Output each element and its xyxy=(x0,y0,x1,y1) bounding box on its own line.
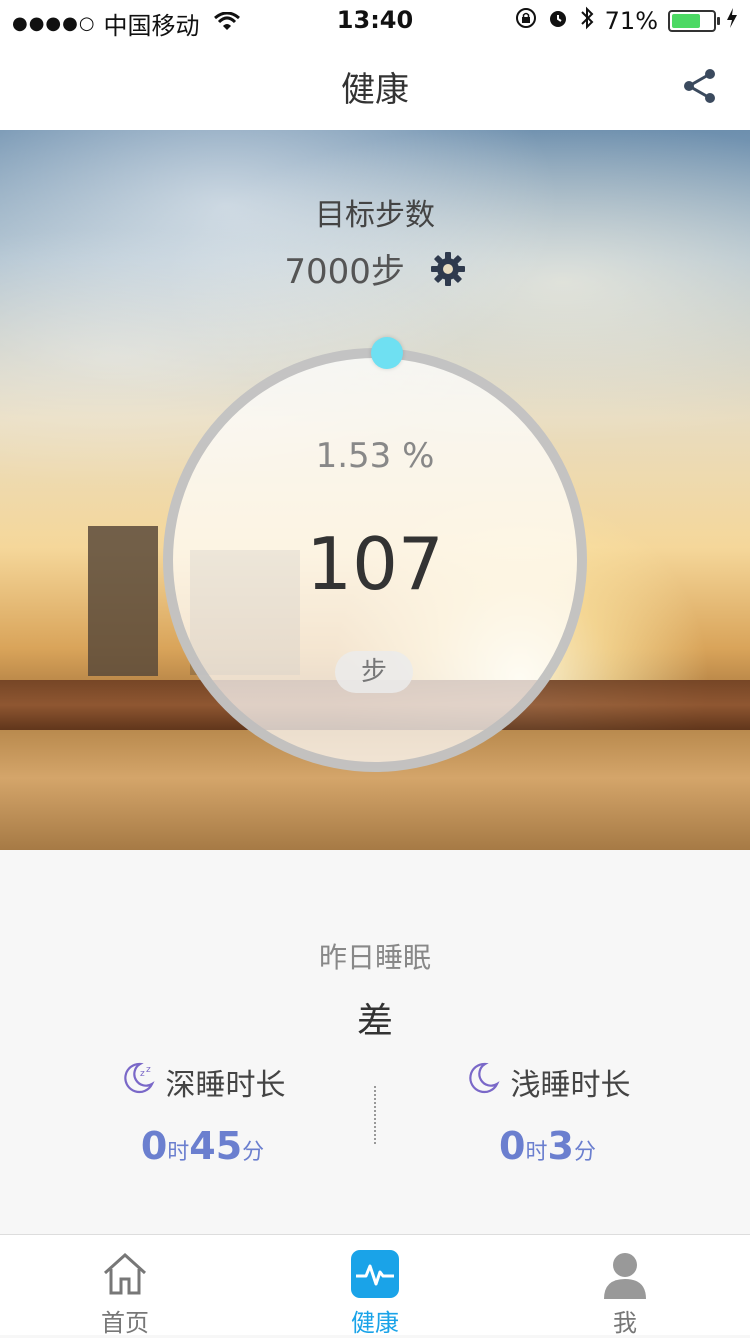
progress-percent: 1.53 % xyxy=(315,436,435,476)
deep-sleep-label: 深睡时长 xyxy=(165,1068,286,1103)
page-title: 健康 xyxy=(341,70,409,110)
tab-health[interactable]: 健康 xyxy=(250,1235,500,1337)
goal-steps-label: 目标步数 xyxy=(315,198,435,233)
battery-fill xyxy=(672,14,700,28)
deep-sleep-hours: 0 xyxy=(140,1124,168,1168)
deep-sleep-minutes: 45 xyxy=(189,1124,243,1168)
status-bar: ●●●●○ 中国移动 13:40 71% xyxy=(0,0,750,40)
sleep-section-title: 昨日睡眠 xyxy=(318,941,431,974)
tab-bar: 首页 健康 我 xyxy=(0,1234,750,1337)
moon-icon xyxy=(465,1060,501,1104)
svg-text:z: z xyxy=(140,1069,145,1079)
bluetooth-icon xyxy=(579,6,595,36)
svg-text:z: z xyxy=(146,1065,151,1075)
deep-sleep-minutes-unit: 分 xyxy=(242,1140,265,1165)
tab-home-label: 首页 xyxy=(101,1309,149,1337)
charging-icon xyxy=(726,7,738,35)
deep-sleep-hours-unit: 时 xyxy=(167,1140,190,1165)
battery-percent: 71% xyxy=(604,7,658,35)
deep-sleep-block: zz 深睡时长 0时45分 xyxy=(15,1060,390,1168)
goal-steps-row: 7000步 xyxy=(0,244,750,296)
light-sleep-duration: 0时3分 xyxy=(360,1124,735,1168)
rotation-lock-icon xyxy=(515,7,537,35)
moon-zzz-icon: zz xyxy=(120,1060,156,1104)
deep-sleep-duration: 0时45分 xyxy=(15,1124,390,1168)
step-count: 107 xyxy=(306,522,444,606)
light-sleep-hours: 0 xyxy=(499,1124,526,1168)
goal-steps-value: 7000步 xyxy=(284,252,405,292)
tab-me-label: 我 xyxy=(613,1309,637,1337)
light-sleep-minutes-unit: 分 xyxy=(573,1140,596,1165)
battery-icon xyxy=(668,10,720,32)
tab-health-label: 健康 xyxy=(351,1309,399,1337)
light-sleep-minutes: 3 xyxy=(547,1124,574,1168)
alarm-icon xyxy=(547,7,569,35)
pulse-icon xyxy=(350,1249,400,1299)
share-icon[interactable] xyxy=(680,66,720,106)
light-sleep-label: 浅睡时长 xyxy=(510,1068,631,1103)
settings-gear-icon[interactable] xyxy=(430,251,466,296)
step-unit-badge: 步 xyxy=(335,651,413,693)
nav-bar: 健康 xyxy=(0,40,750,131)
status-right: 71% xyxy=(515,6,738,36)
home-icon xyxy=(100,1249,150,1299)
light-sleep-hours-unit: 时 xyxy=(525,1140,548,1165)
tab-me[interactable]: 我 xyxy=(500,1235,750,1337)
tab-home[interactable]: 首页 xyxy=(0,1235,250,1337)
user-icon xyxy=(600,1249,650,1299)
sleep-quality: 差 xyxy=(356,1001,393,1042)
progress-knob xyxy=(371,337,403,369)
light-sleep-block: 浅睡时长 0时3分 xyxy=(360,1060,735,1168)
